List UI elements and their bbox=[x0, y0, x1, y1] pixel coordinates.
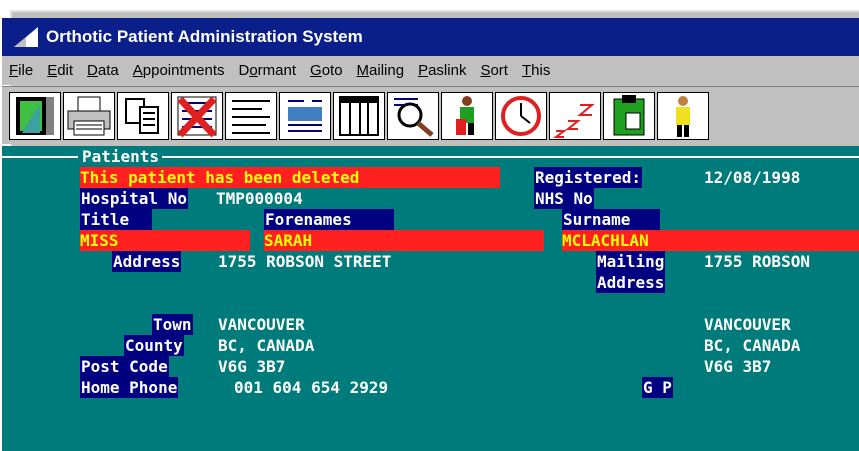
section-rule-right bbox=[162, 156, 859, 158]
exit-door-icon bbox=[16, 97, 54, 135]
menu-file[interactable]: File bbox=[2, 62, 40, 79]
surname-label: Surname bbox=[562, 209, 660, 230]
exit-door-button[interactable] bbox=[9, 92, 61, 140]
app-window: Orthotic Patient Administration System F… bbox=[0, 0, 859, 451]
mailing-address-field[interactable]: 1755 ROBSON bbox=[704, 251, 810, 272]
home-phone-field[interactable]: 001 604 654 2929 bbox=[234, 377, 388, 398]
toolbar bbox=[2, 86, 859, 144]
registered-value: 12/08/1998 bbox=[704, 168, 801, 187]
menu-sort[interactable]: Sort bbox=[473, 62, 515, 79]
mailing-address-label: Address bbox=[596, 272, 666, 293]
menu-appointments[interactable]: Appointments bbox=[126, 62, 232, 79]
town-field[interactable]: VANCOUVER bbox=[218, 314, 305, 335]
deleted-notice: This patient has been deleted bbox=[80, 167, 500, 188]
county-field[interactable]: BC, CANADA bbox=[218, 335, 314, 356]
clipboard-button[interactable] bbox=[603, 92, 655, 140]
list-button[interactable] bbox=[225, 92, 277, 140]
document-list-icon bbox=[288, 100, 322, 132]
menu-paslink[interactable]: Paslink bbox=[411, 62, 473, 79]
find-button[interactable] bbox=[387, 92, 439, 140]
forenames-field[interactable]: SARAH bbox=[264, 230, 544, 251]
postcode-label: Post Code bbox=[80, 356, 169, 377]
county-label: County bbox=[124, 335, 184, 356]
clock-icon bbox=[501, 96, 541, 136]
staff-person-icon bbox=[676, 96, 690, 137]
copy-pages-icon bbox=[125, 98, 159, 134]
nhs-no-field[interactable] bbox=[618, 188, 798, 209]
home-phone-label: Home Phone bbox=[80, 377, 179, 398]
staff-button[interactable] bbox=[657, 92, 709, 140]
list-lines-icon bbox=[232, 100, 270, 134]
patients-form: Patients This patient has been deleted R… bbox=[2, 146, 859, 451]
menu-mailing[interactable]: Mailing bbox=[350, 62, 412, 79]
app-icon bbox=[14, 27, 38, 47]
title-field[interactable]: MISS bbox=[80, 230, 250, 251]
gp-label: G P bbox=[642, 377, 673, 398]
printer-icon bbox=[67, 96, 111, 136]
town-label: Town bbox=[152, 314, 193, 335]
patient-person-icon bbox=[456, 96, 474, 135]
find-magnifier-icon bbox=[394, 98, 434, 137]
patient-button[interactable] bbox=[441, 92, 493, 140]
clipboard-icon bbox=[613, 95, 645, 136]
menu-bar: File Edit Data Appointments Dormant Goto… bbox=[2, 56, 859, 85]
copy-button[interactable] bbox=[117, 92, 169, 140]
delete-record-icon bbox=[177, 96, 217, 138]
postcode-field[interactable]: V6G 3B7 bbox=[218, 356, 285, 377]
mailing-town-field[interactable]: VANCOUVER bbox=[704, 314, 791, 335]
hospital-no-field[interactable]: TMP000004 bbox=[216, 188, 303, 209]
mailing-county-field[interactable]: BC, CANADA bbox=[704, 335, 800, 356]
title-label: Title bbox=[80, 209, 152, 230]
document-list-button[interactable] bbox=[279, 92, 331, 140]
delete-record-button[interactable] bbox=[171, 92, 223, 140]
menu-edit[interactable]: Edit bbox=[40, 62, 80, 79]
section-rule-left bbox=[2, 156, 78, 158]
menu-dormant[interactable]: Dormant bbox=[231, 62, 303, 79]
registered-label: Registered: bbox=[534, 167, 642, 188]
menu-data[interactable]: Data bbox=[80, 62, 126, 79]
mailing-label: Mailing bbox=[596, 251, 666, 272]
nhs-no-label: NHS No bbox=[534, 188, 594, 209]
mailing-postcode-field[interactable]: V6G 3B7 bbox=[704, 356, 771, 377]
menu-goto[interactable]: Goto bbox=[303, 62, 350, 79]
surname-field[interactable]: MCLACHLAN bbox=[562, 230, 859, 251]
window-title: Orthotic Patient Administration System bbox=[46, 27, 363, 46]
address-field[interactable]: 1755 ROBSON STREET bbox=[218, 251, 391, 272]
address-label: Address bbox=[112, 251, 182, 272]
columns-icon bbox=[339, 96, 379, 136]
appointments-clock-button[interactable] bbox=[495, 92, 547, 140]
menu-this[interactable]: This bbox=[515, 62, 557, 79]
section-title: Patients bbox=[82, 147, 160, 166]
forenames-label: Forenames bbox=[264, 209, 394, 230]
sleep-dormant-icon bbox=[553, 104, 595, 138]
title-bar[interactable]: Orthotic Patient Administration System bbox=[2, 18, 859, 56]
columns-button[interactable] bbox=[333, 92, 385, 140]
print-button[interactable] bbox=[63, 92, 115, 140]
dormant-button[interactable] bbox=[549, 92, 601, 140]
hospital-no-label: Hospital No bbox=[80, 188, 188, 209]
